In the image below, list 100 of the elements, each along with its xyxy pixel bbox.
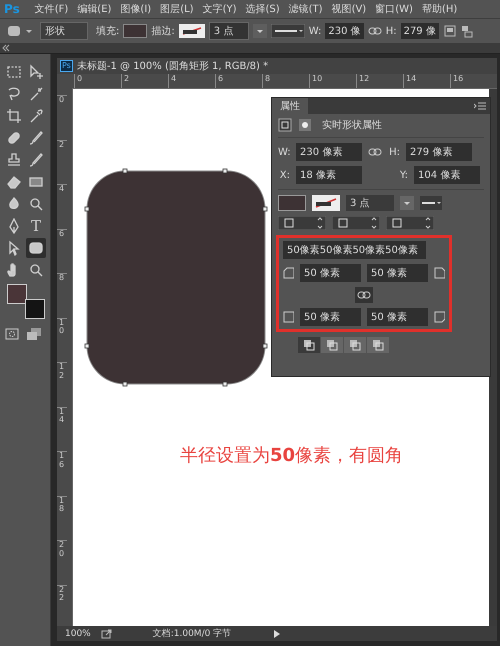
ruler-label: 18 xyxy=(57,496,67,540)
menu-item[interactable]: 文件(F) xyxy=(34,2,68,16)
fill-swatch[interactable] xyxy=(123,24,148,38)
rounded-rectangle[interactable] xyxy=(83,167,269,388)
stroke-option-dropdown[interactable] xyxy=(386,216,434,230)
stroke-swatch[interactable] xyxy=(312,195,340,211)
menu-item[interactable]: 帮助(H) xyxy=(422,2,458,16)
ruler-label: 12 xyxy=(356,74,403,88)
radius-field[interactable]: 50像素50像素50像素50像素 xyxy=(283,241,426,259)
ruler-label: 14 xyxy=(57,406,67,451)
path-operation-button[interactable] xyxy=(367,337,389,353)
ruler-label: 10 xyxy=(57,318,67,362)
rounded-rectangle-icon[interactable] xyxy=(6,24,22,38)
link-icon[interactable] xyxy=(355,287,373,303)
tool-button[interactable] xyxy=(26,238,46,258)
ruler-label: 10 xyxy=(309,74,356,88)
mask-icon[interactable] xyxy=(298,118,312,132)
ruler-label: 0 xyxy=(57,95,67,140)
stamp-icon xyxy=(6,152,22,168)
marquee-icon xyxy=(6,64,22,80)
x-label: X: xyxy=(278,170,290,180)
menu-item[interactable]: 编辑(E) xyxy=(77,2,112,16)
path-operation-button[interactable] xyxy=(344,337,366,353)
mode-dropdown[interactable]: 形状 xyxy=(40,22,88,40)
wand-icon xyxy=(28,86,44,102)
lasso-icon xyxy=(6,86,22,102)
stroke-swatch[interactable] xyxy=(178,24,205,38)
stroke-option-dropdown[interactable] xyxy=(332,216,380,230)
fill-swatch[interactable] xyxy=(278,195,306,211)
ruler-label: 4 xyxy=(168,74,215,88)
menu-item[interactable]: 图层(L) xyxy=(160,2,194,16)
stroke-width-dropdown[interactable]: 3 点 xyxy=(208,22,249,40)
ruler-label: 4 xyxy=(57,184,67,228)
fill-label: 填充: xyxy=(96,24,120,38)
combine-shapes-icon xyxy=(326,339,338,351)
combine-shapes-icon xyxy=(303,339,315,351)
ruler-label: 12 xyxy=(57,362,67,406)
menu-item[interactable]: 窗口(W) xyxy=(375,2,413,16)
path-operation-button[interactable] xyxy=(321,337,343,353)
corner-icon xyxy=(434,267,445,279)
width-label: W: xyxy=(278,146,290,158)
corner-radius-field[interactable]: 50 像素 xyxy=(300,264,361,282)
foreground-color-swatch[interactable] xyxy=(7,284,27,304)
properties-tab[interactable]: 属性 xyxy=(272,98,308,114)
width-field[interactable]: 230 像素 xyxy=(296,143,362,161)
menu-item[interactable]: 滤镜(T) xyxy=(288,2,323,16)
ruler-label: 20 xyxy=(57,540,67,584)
crop-icon xyxy=(6,108,22,124)
height-label: H: xyxy=(388,146,400,158)
document-tab[interactable]: 未标题-1 @ 100% (圆角矩形 1, RGB/8) * xyxy=(76,59,268,73)
y-label: Y: xyxy=(398,170,408,180)
height-field[interactable]: 279 像 xyxy=(400,23,439,39)
export-icon[interactable] xyxy=(100,628,113,638)
stroke-option-dropdown[interactable] xyxy=(278,216,326,230)
menu-item[interactable]: 文字(Y) xyxy=(202,2,236,16)
x-field[interactable]: 18 像素 xyxy=(296,166,362,184)
background-color-swatch[interactable] xyxy=(25,299,45,319)
y-field[interactable]: 104 像素 xyxy=(414,166,480,184)
arrange-icon[interactable] xyxy=(460,24,473,38)
corner-icon xyxy=(434,311,445,323)
move-icon xyxy=(28,64,44,80)
tool-button[interactable]: T xyxy=(26,216,46,236)
eyedropper-icon xyxy=(28,108,44,124)
caret-icon[interactable] xyxy=(252,24,267,38)
corner-radius-field[interactable]: 50 像素 xyxy=(367,308,428,326)
align-icon[interactable] xyxy=(442,24,457,38)
eraser-icon xyxy=(6,174,22,190)
ruler-label: 2 xyxy=(121,74,168,88)
link-icon[interactable] xyxy=(368,26,382,36)
tool-button[interactable] xyxy=(4,106,24,126)
annotation-text: 半径设置为50像素，有圆角 xyxy=(180,444,404,467)
link-icon[interactable] xyxy=(368,147,382,157)
zoom-level[interactable]: 100% xyxy=(65,628,91,638)
line-style-dropdown[interactable] xyxy=(420,196,442,210)
corner-icon xyxy=(283,267,294,279)
play-icon[interactable] xyxy=(272,628,281,638)
brush-icon xyxy=(28,152,44,168)
collapse-icon[interactable] xyxy=(2,44,10,52)
caret-icon[interactable] xyxy=(400,196,414,210)
ruler-label: 6 xyxy=(215,74,262,88)
menu-item[interactable]: 选择(S) xyxy=(245,2,280,16)
combine-shapes-icon xyxy=(372,339,384,351)
corner-radius-field[interactable]: 50 像素 xyxy=(367,264,428,282)
stroke-width-dropdown[interactable]: 3 点 xyxy=(346,195,394,211)
magnifier-icon xyxy=(28,262,44,278)
ruler-label: 14 xyxy=(403,74,450,88)
line-style-dropdown[interactable] xyxy=(270,24,305,38)
menu-item[interactable]: 图像(I) xyxy=(120,2,152,16)
corner-icon xyxy=(283,311,294,323)
magnifier-icon xyxy=(28,196,44,212)
shape-properties-icon[interactable] xyxy=(278,118,292,132)
corner-radius-field[interactable]: 50 像素 xyxy=(300,308,361,326)
ruler-label: 8 xyxy=(57,273,67,318)
menu-item[interactable]: 视图(V) xyxy=(332,2,366,16)
height-field[interactable]: 279 像素 xyxy=(406,143,472,161)
width-field[interactable]: 230 像 xyxy=(325,23,364,39)
height-label: H: xyxy=(386,26,397,36)
menu-icon[interactable] xyxy=(474,102,486,110)
ruler-label: 16 xyxy=(450,74,497,88)
path-operation-button[interactable] xyxy=(298,337,320,353)
